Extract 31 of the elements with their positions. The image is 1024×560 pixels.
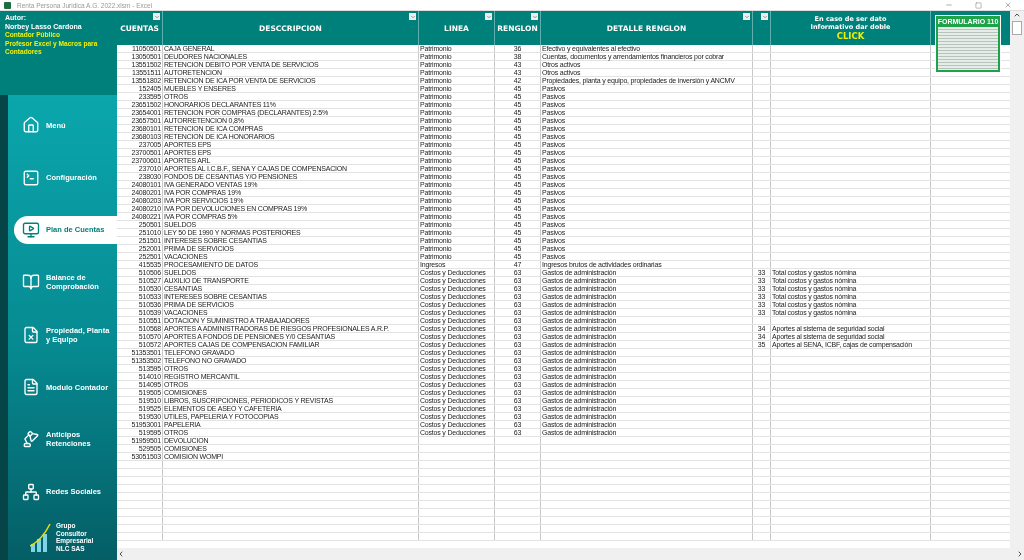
scroll-right-icon — [1016, 550, 1024, 558]
desk-lamp-icon — [22, 430, 40, 449]
caret-icon — [531, 13, 538, 20]
scroll-left-icon — [117, 550, 125, 558]
maximize-icon — [975, 1, 982, 9]
filter-button[interactable] — [743, 13, 750, 20]
vertical-scrollbar[interactable] — [1010, 11, 1024, 548]
document-icon — [22, 378, 40, 397]
filter-button[interactable] — [761, 13, 768, 20]
caret-icon — [761, 13, 768, 20]
bar-chart-logo-icon — [30, 522, 52, 552]
caret-icon — [485, 13, 492, 20]
caret-icon — [743, 13, 750, 20]
excel-icon — [4, 1, 11, 9]
filter-button[interactable] — [531, 13, 538, 20]
caret-icon — [409, 13, 416, 20]
document-x-icon — [22, 325, 40, 344]
minimize-icon — [945, 1, 953, 9]
filter-button[interactable] — [485, 13, 492, 20]
terminal-icon — [22, 168, 40, 187]
scrollbar-thumb[interactable] — [1012, 21, 1022, 35]
filter-button[interactable] — [153, 13, 160, 20]
book-icon — [22, 273, 40, 292]
network-icon — [22, 482, 40, 501]
monitor-icon — [22, 220, 40, 239]
close-icon — [1004, 1, 1012, 9]
house-icon — [22, 116, 40, 135]
caret-icon — [153, 13, 160, 20]
filter-button[interactable] — [409, 13, 416, 20]
horizontal-scrollbar[interactable] — [117, 548, 1024, 560]
scroll-up-icon — [1013, 11, 1021, 19]
